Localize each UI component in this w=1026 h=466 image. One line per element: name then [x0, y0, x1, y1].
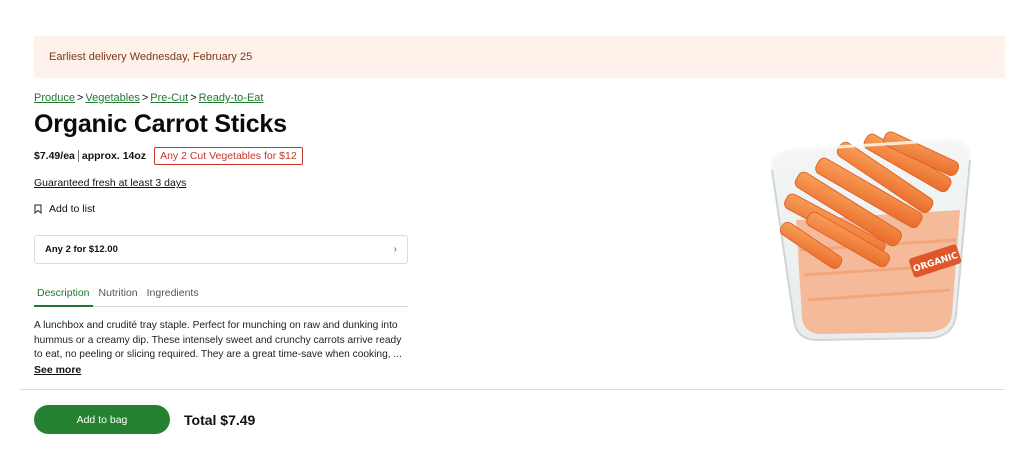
breadcrumb-produce[interactable]: Produce	[34, 92, 75, 104]
deal-label: Any 2 for $12.00	[45, 244, 118, 255]
delivery-banner: Earliest delivery Wednesday, February 25	[34, 36, 1005, 78]
tab-nutrition[interactable]: Nutrition	[96, 285, 141, 307]
price-divider	[77, 150, 79, 162]
deal-row[interactable]: Any 2 for $12.00 ›	[34, 235, 408, 264]
add-to-bag-button[interactable]: Add to bag	[34, 405, 170, 434]
product-tabs: Description Nutrition Ingredients	[34, 285, 408, 307]
price-row: $7.49/ea approx. 14oz Any 2 Cut Vegetabl…	[34, 147, 303, 165]
see-more-link[interactable]: See more	[34, 364, 81, 376]
breadcrumb-ready-to-eat[interactable]: Ready-to-Eat	[199, 92, 264, 104]
unit-price: $7.49/ea	[34, 150, 75, 162]
promo-badge[interactable]: Any 2 Cut Vegetables for $12	[154, 147, 303, 165]
tab-description[interactable]: Description	[34, 285, 93, 307]
add-to-list-label: Add to list	[49, 203, 96, 215]
bookmark-icon	[34, 204, 42, 214]
product-size: approx. 14oz	[81, 150, 147, 162]
product-image: ORGANIC	[770, 131, 972, 342]
footer-divider	[20, 389, 1005, 390]
delivery-text: Earliest delivery Wednesday, February 25	[49, 51, 253, 63]
breadcrumb-vegetables[interactable]: Vegetables	[85, 92, 139, 104]
fresh-guarantee-link[interactable]: Guaranteed fresh at least 3 days	[34, 177, 186, 189]
breadcrumb-pre-cut[interactable]: Pre-Cut	[150, 92, 188, 104]
order-total: Total $7.49	[184, 412, 256, 428]
product-description: A lunchbox and crudité tray staple. Perf…	[34, 320, 402, 360]
chevron-right-icon: ›	[393, 244, 397, 255]
product-title: Organic Carrot Sticks	[34, 110, 287, 138]
breadcrumb: Produce > Vegetables > Pre-Cut > Ready-to-Eat	[34, 92, 264, 104]
add-to-list-button[interactable]: Add to list	[34, 203, 95, 215]
tab-ingredients[interactable]: Ingredients	[144, 285, 202, 307]
